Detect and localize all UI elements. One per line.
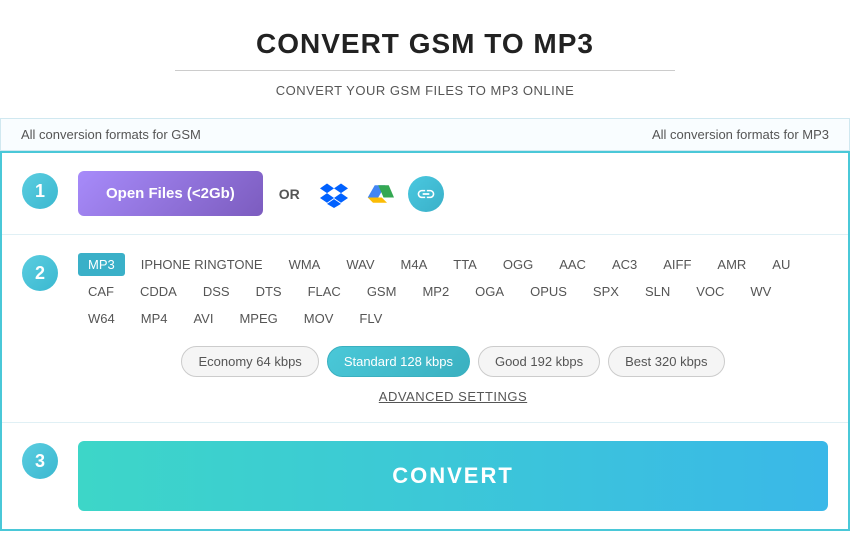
format-tag-mp2[interactable]: MP2 <box>412 280 459 303</box>
format-tag-m4a[interactable]: M4A <box>391 253 438 276</box>
format-tag-amr[interactable]: AMR <box>707 253 756 276</box>
nav-mp3-link[interactable]: All conversion formats for MP3 <box>652 127 829 142</box>
format-tag-oga[interactable]: OGA <box>465 280 514 303</box>
or-label: OR <box>279 186 300 202</box>
main-content: 1 Open Files (<2Gb) OR <box>0 151 850 531</box>
format-tag-mov[interactable]: MOV <box>294 307 344 330</box>
format-tag-mp3[interactable]: MP3 <box>78 253 125 276</box>
quality-btn-best-320-kbps[interactable]: Best 320 kbps <box>608 346 724 377</box>
format-tag-gsm[interactable]: GSM <box>357 280 407 303</box>
dropbox-icon[interactable] <box>316 176 352 212</box>
format-tag-aiff[interactable]: AIFF <box>653 253 701 276</box>
format-tag-sln[interactable]: SLN <box>635 280 680 303</box>
header-divider <box>175 70 675 71</box>
step-3-number: 3 <box>22 443 58 479</box>
format-tag-spx[interactable]: SPX <box>583 280 629 303</box>
format-tag-iphone-ringtone[interactable]: IPHONE RINGTONE <box>131 253 273 276</box>
format-tag-ac3[interactable]: AC3 <box>602 253 647 276</box>
nav-bar: All conversion formats for GSM All conve… <box>0 118 850 151</box>
convert-button[interactable]: CONVERT <box>78 441 828 511</box>
format-tag-avi[interactable]: AVI <box>183 307 223 330</box>
nav-gsm-link[interactable]: All conversion formats for GSM <box>21 127 201 142</box>
format-tag-dts[interactable]: DTS <box>246 280 292 303</box>
cloud-icons <box>316 176 444 212</box>
quality-row: Economy 64 kbps Standard 128 kbps Good 192… <box>78 346 828 377</box>
step-2-row: 2 MP3 IPHONE RINGTONE WMAWAV M4ATTA OGG AAC AC… <box>2 235 848 423</box>
format-tag-aac[interactable]: AAC <box>549 253 596 276</box>
step-2-number: 2 <box>22 255 58 291</box>
header-subtitle: CONVERT YOUR GSM FILES TO MP3 ONLINE <box>20 83 830 98</box>
gdrive-icon[interactable] <box>362 176 398 212</box>
format-tag-wma[interactable]: WMA <box>279 253 331 276</box>
step-3-content: CONVERT <box>78 441 828 511</box>
format-tag-mp4[interactable]: MP4 <box>131 307 178 330</box>
format-tag-wv[interactable]: WV <box>740 280 781 303</box>
step-1-content: Open Files (<2Gb) OR <box>78 171 828 216</box>
format-tag-flac[interactable]: FLAC <box>298 280 351 303</box>
format-tag-ogg[interactable]: OGG <box>493 253 543 276</box>
step-1-row: 1 Open Files (<2Gb) OR <box>2 153 848 235</box>
link-icon[interactable] <box>408 176 444 212</box>
format-tag-tta[interactable]: TTA <box>443 253 487 276</box>
format-tag-flv[interactable]: FLV <box>349 307 392 330</box>
open-files-button[interactable]: Open Files (<2Gb) <box>78 171 263 216</box>
format-tag-voc[interactable]: VOC <box>686 280 734 303</box>
format-tag-dss[interactable]: DSS <box>193 280 240 303</box>
quality-btn-good-192-kbps[interactable]: Good 192 kbps <box>478 346 600 377</box>
step-1-number: 1 <box>22 173 58 209</box>
format-tag-mpeg[interactable]: MPEG <box>229 307 287 330</box>
format-tag-w64[interactable]: W64 <box>78 307 125 330</box>
page-title: CONVERT GSM TO MP3 <box>20 28 830 60</box>
format-tag-au[interactable]: AU <box>762 253 800 276</box>
step-2-content: MP3 IPHONE RINGTONE WMAWAV M4ATTA OGG AAC AC3 A… <box>78 253 828 404</box>
format-tag-cdda[interactable]: CDDA <box>130 280 187 303</box>
page-header: CONVERT GSM TO MP3 CONVERT YOUR GSM FILE… <box>0 0 850 108</box>
advanced-settings-link[interactable]: ADVANCED SETTINGS <box>78 389 828 404</box>
format-tag-wav[interactable]: WAV <box>336 253 384 276</box>
open-files-row: Open Files (<2Gb) OR <box>78 171 828 216</box>
format-tag-caf[interactable]: CAF <box>78 280 124 303</box>
step-3-row: 3 CONVERT <box>2 423 848 529</box>
quality-btn-economy-64-kbps[interactable]: Economy 64 kbps <box>181 346 318 377</box>
quality-btn-standard-128-kbps[interactable]: Standard 128 kbps <box>327 346 470 377</box>
format-tag-opus[interactable]: OPUS <box>520 280 577 303</box>
format-grid: MP3 IPHONE RINGTONE WMAWAV M4ATTA OGG AAC AC3 A… <box>78 253 828 330</box>
